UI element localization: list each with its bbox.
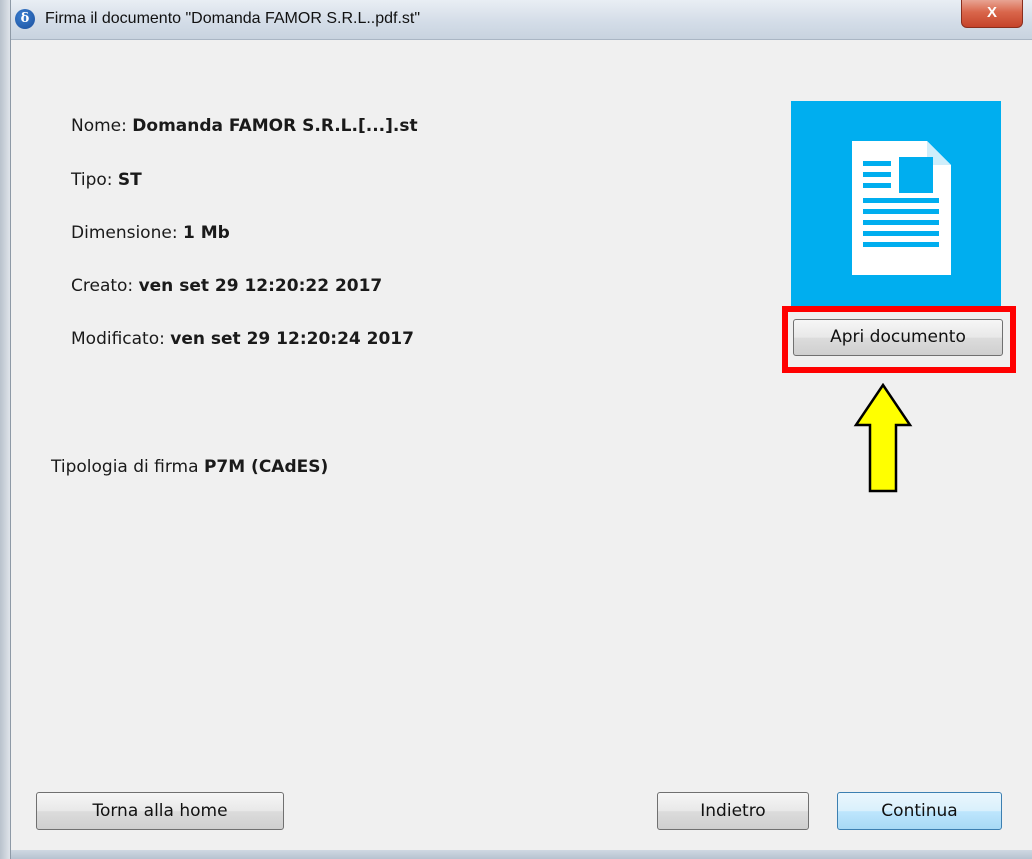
modificato-label: Modificato: (71, 329, 165, 349)
signature-type-label: Tipologia di firma (51, 457, 199, 477)
document-icon (852, 141, 951, 275)
modificato-value: ven set 29 12:20:24 2017 (170, 329, 414, 349)
open-document-button[interactable]: Apri documento (793, 319, 1003, 356)
up-arrow-annotation (853, 383, 913, 493)
document-preview-tile (791, 101, 1001, 310)
dimensione-label: Dimensione: (71, 223, 178, 243)
back-button[interactable]: Indietro (657, 792, 809, 830)
close-button[interactable]: X (961, 0, 1023, 28)
title-bar: δ Firma il documento "Domanda FAMOR S.R.… (11, 0, 1032, 40)
dimensione-value: 1 Mb (182, 223, 230, 243)
home-button[interactable]: Torna alla home (36, 792, 284, 830)
desktop-background (0, 0, 10, 859)
continue-button[interactable]: Continua (837, 792, 1002, 830)
info-nome: Nome: Domanda FAMOR S.R.L.[...].st (71, 116, 418, 136)
info-modificato: Modificato: ven set 29 12:20:24 2017 (71, 329, 414, 349)
app-icon: δ (15, 9, 35, 29)
nome-value: Domanda FAMOR S.R.L.[...].st (132, 116, 418, 136)
tipo-value: ST (117, 170, 142, 190)
creato-label: Creato: (71, 276, 134, 296)
signature-type: Tipologia di firma P7M (CAdES) (51, 457, 328, 477)
sign-document-dialog: δ Firma il documento "Domanda FAMOR S.R.… (10, 0, 1032, 859)
creato-value: ven set 29 12:20:22 2017 (138, 276, 383, 296)
window-title: Firma il documento "Domanda FAMOR S.R.L.… (45, 10, 421, 27)
info-tipo: Tipo: ST (71, 170, 142, 190)
tipo-label: Tipo: (71, 170, 113, 190)
window-bottom-edge (11, 850, 1032, 859)
nome-label: Nome: (71, 116, 127, 136)
info-dimensione: Dimensione: 1 Mb (71, 223, 230, 243)
info-creato: Creato: ven set 29 12:20:22 2017 (71, 276, 382, 296)
signature-type-value: P7M (CAdES) (203, 457, 329, 477)
